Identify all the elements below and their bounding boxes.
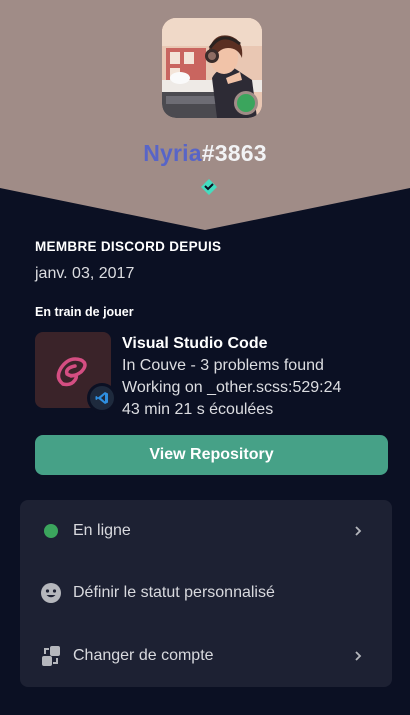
menu-item-label: Changer de compte (73, 647, 214, 664)
chevron-right-icon (352, 525, 364, 537)
username-name: Nyria (143, 140, 202, 166)
menu-item-custom-status[interactable]: Définir le statut personnalisé (20, 562, 392, 624)
chevron-right-icon (352, 650, 364, 662)
username-discriminator: #3863 (201, 140, 267, 166)
smiley-icon (40, 582, 62, 604)
menu-item-switch-account[interactable]: Changer de compte (20, 625, 392, 687)
menu-item-label: Définir le statut personnalisé (73, 584, 275, 601)
switch-account-icon (40, 645, 62, 667)
activity-app-name: Visual Studio Code (122, 335, 268, 352)
vscode-icon (87, 383, 117, 413)
member-since-date: janv. 03, 2017 (35, 265, 135, 282)
online-status-icon (40, 520, 62, 542)
hypesquad-badge-icon[interactable] (200, 178, 218, 196)
username[interactable]: Nyria#3863 (0, 140, 410, 167)
activity-details: Visual Studio Code In Couve - 3 problems… (122, 333, 341, 421)
view-repository-button[interactable]: View Repository (35, 435, 388, 475)
activity-details-line: In Couve - 3 problems found (122, 357, 324, 374)
menu-item-online-status[interactable]: En ligne (20, 500, 392, 562)
menu-item-label: En ligne (73, 522, 131, 539)
activity-section-title: En train de jouer (35, 305, 134, 319)
activity-elapsed: 43 min 21 s écoulées (122, 401, 274, 418)
activity-state-line: Working on _other.scss:529:24 (122, 379, 342, 396)
online-status-dot (234, 91, 258, 115)
member-since-title: MEMBRE DISCORD DEPUIS (35, 239, 222, 254)
account-menu: En ligne Définir le statut personnalisé … (20, 500, 392, 687)
